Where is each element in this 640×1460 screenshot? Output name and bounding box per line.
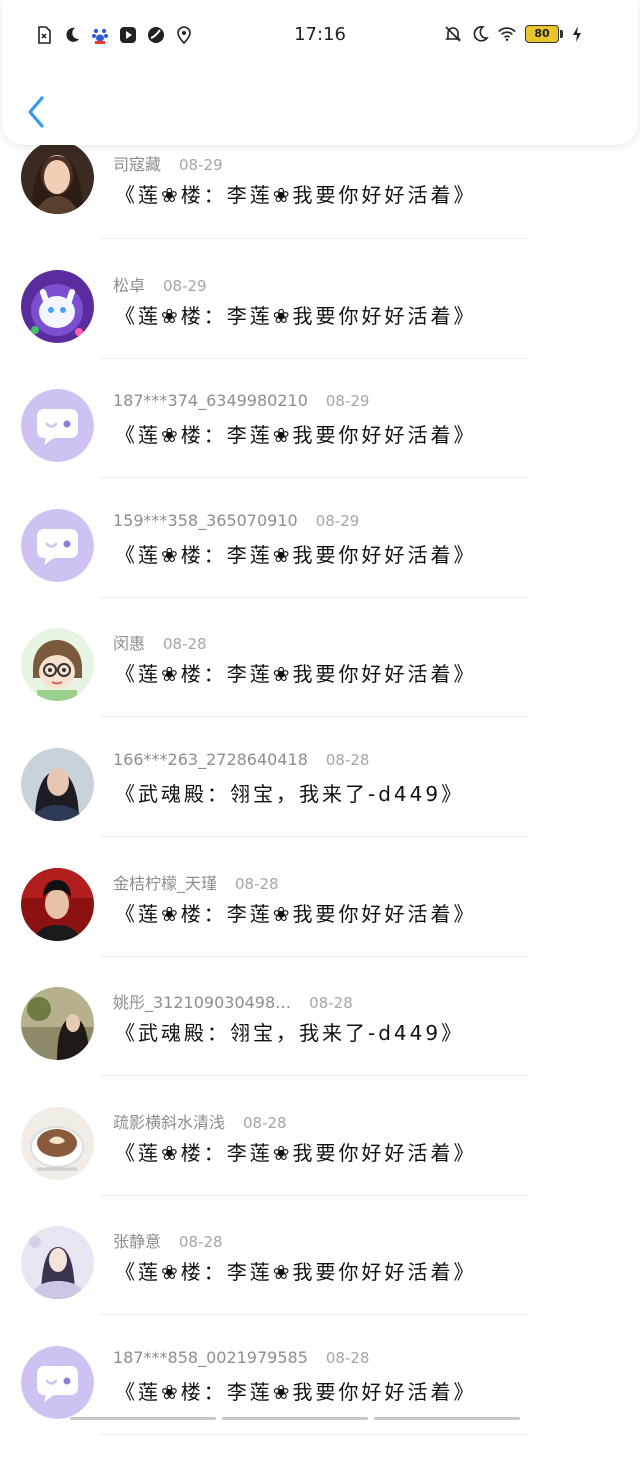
divider [100, 477, 528, 478]
avatar[interactable] [21, 1346, 94, 1419]
battery-indicator: 80 [525, 25, 563, 43]
divider [100, 358, 528, 359]
top-bar: 17:16 80 [2, 0, 638, 145]
user-name[interactable]: 疏影横斜水清浅 [113, 1113, 225, 1132]
date: 08-28 [325, 751, 370, 769]
user-name[interactable]: 187***374_6349980210 [113, 391, 308, 410]
list-item[interactable]: 金桔柠檬_天瑾 08-28 《莲❀楼：李莲❀我要你好好活着》 [0, 863, 640, 982]
name-line: 187***858_0021979585 08-28 [113, 1348, 369, 1367]
message-text: 《莲❀楼：李莲❀我要你好好活着》 [115, 183, 477, 207]
name-line: 187***374_6349980210 08-29 [113, 391, 369, 410]
avatar[interactable] [21, 270, 94, 343]
message-text: 《莲❀楼：李莲❀我要你好好活着》 [115, 304, 477, 328]
avatar[interactable] [21, 141, 94, 214]
user-name[interactable]: 闵惠 [113, 634, 145, 653]
name-line: 松卓 08-29 [113, 272, 207, 296]
user-name[interactable]: 金桔柠檬_天瑾 [113, 874, 217, 893]
list-item[interactable]: 姚彤_312109030498… 08-28 《武魂殿：翎宝，我来了-d449》 [0, 982, 640, 1101]
message-text: 《武魂殿：翎宝，我来了-d449》 [115, 782, 465, 806]
list-item[interactable]: 疏影横斜水清浅 08-28 《莲❀楼：李莲❀我要你好好活着》 [0, 1102, 640, 1221]
avatar[interactable] [21, 868, 94, 941]
avatar[interactable] [21, 748, 94, 821]
moon-icon [471, 25, 489, 43]
name-line: 闵惠 08-28 [113, 630, 207, 654]
user-name[interactable]: 松卓 [113, 276, 145, 295]
date: 08-28 [309, 994, 353, 1012]
date: 08-29 [315, 512, 360, 530]
divider [100, 597, 528, 598]
user-name[interactable]: 187***858_0021979585 [113, 1348, 308, 1367]
message-text: 《莲❀楼：李莲❀我要你好好活着》 [115, 1141, 477, 1165]
avatar[interactable] [21, 628, 94, 701]
status-right-icons: 80 [444, 25, 586, 43]
message-text: 《莲❀楼：李莲❀我要你好好活着》 [115, 543, 477, 567]
wifi-icon [498, 25, 516, 43]
date: 08-29 [163, 277, 207, 295]
avatar[interactable] [21, 1226, 94, 1299]
list-item[interactable]: 松卓 08-29 《莲❀楼：李莲❀我要你好好活着》 [0, 265, 640, 384]
divider [100, 716, 528, 717]
name-line: 疏影横斜水清浅 08-28 [113, 1109, 287, 1133]
user-name[interactable]: 姚彤_312109030498… [113, 993, 291, 1012]
message-text: 《莲❀楼：李莲❀我要你好好活着》 [115, 1380, 477, 1404]
list-item[interactable]: 187***374_6349980210 08-29 《莲❀楼：李莲❀我要你好好活着… [0, 384, 640, 503]
name-line: 姚彤_312109030498… 08-28 [113, 989, 353, 1013]
date: 08-29 [325, 392, 370, 410]
list-item[interactable]: 159***358_365070910 08-29 《莲❀楼：李莲❀我要你好好活着》 [0, 504, 640, 623]
home-indicator [70, 1417, 520, 1420]
divider [100, 1075, 528, 1076]
divider [100, 238, 528, 239]
mute-bell-icon [444, 25, 462, 43]
avatar[interactable] [21, 389, 94, 462]
name-line: 166***263_2728640418 08-28 [113, 750, 369, 769]
user-name[interactable]: 司寇藏 [113, 155, 161, 174]
status-bar: 17:16 80 [2, 0, 638, 70]
avatar[interactable] [21, 509, 94, 582]
message-text: 《莲❀楼：李莲❀我要你好好活着》 [115, 1260, 477, 1284]
date: 08-29 [179, 156, 223, 174]
list-item[interactable]: 闵惠 08-28 《莲❀楼：李莲❀我要你好好活着》 [0, 623, 640, 742]
date: 08-28 [325, 1349, 370, 1367]
divider [100, 956, 528, 957]
message-text: 《莲❀楼：李莲❀我要你好好活着》 [115, 423, 477, 447]
name-line: 张静意 08-28 [113, 1228, 223, 1252]
charging-icon [568, 25, 586, 43]
back-button[interactable] [22, 92, 52, 132]
name-line: 159***358_365070910 08-29 [113, 511, 359, 530]
avatar[interactable] [21, 1107, 94, 1180]
date: 08-28 [163, 635, 207, 653]
date: 08-28 [235, 875, 279, 893]
avatar[interactable] [21, 987, 94, 1060]
list-item[interactable]: 张静意 08-28 《莲❀楼：李莲❀我要你好好活着》 [0, 1221, 640, 1340]
chevron-left-icon [28, 96, 44, 128]
name-line: 司寇藏 08-29 [113, 151, 223, 175]
user-name[interactable]: 张静意 [113, 1232, 161, 1251]
list-item[interactable]: 187***858_0021979585 08-28 《莲❀楼：李莲❀我要你好好活着… [0, 1341, 640, 1460]
message-text: 《莲❀楼：李莲❀我要你好好活着》 [115, 662, 477, 686]
message-text: 《武魂殿：翎宝，我来了-d449》 [115, 1021, 465, 1045]
divider [100, 1314, 528, 1315]
date: 08-28 [179, 1233, 223, 1251]
list-item[interactable]: 166***263_2728640418 08-28 《武魂殿：翎宝，我来了-d44… [0, 743, 640, 862]
date: 08-28 [243, 1114, 287, 1132]
message-text: 《莲❀楼：李莲❀我要你好好活着》 [115, 902, 477, 926]
name-line: 金桔柠檬_天瑾 08-28 [113, 870, 279, 894]
user-name[interactable]: 166***263_2728640418 [113, 750, 308, 769]
divider [100, 836, 528, 837]
divider [100, 1434, 528, 1435]
list-item[interactable]: 司寇藏 08-29 《莲❀楼：李莲❀我要你好好活着》 [0, 141, 640, 264]
divider [100, 1195, 528, 1196]
user-name[interactable]: 159***358_365070910 [113, 511, 298, 530]
